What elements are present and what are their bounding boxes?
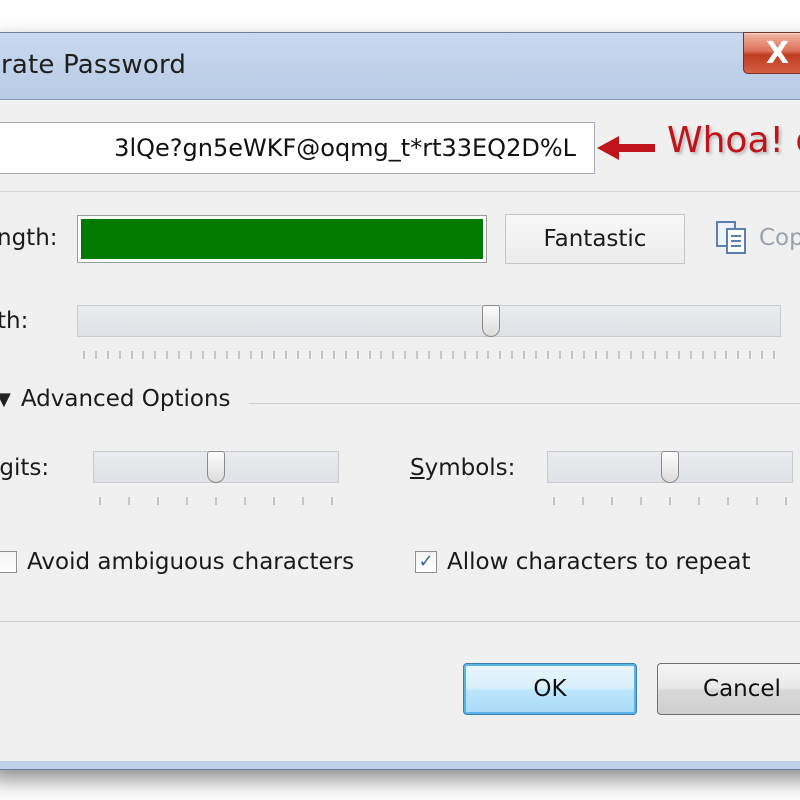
generated-password-field[interactable]: 3lQe?gn5eWKF@oqmg_t*rt33EQ2D%L <box>0 122 595 174</box>
symbols-slider-ticks <box>553 497 787 505</box>
checkbox-box[interactable]: ✓ <box>415 551 437 573</box>
close-icon: X <box>766 35 790 71</box>
copy-label: Cop <box>759 225 800 251</box>
cancel-button[interactable]: Cancel <box>657 663 800 715</box>
strength-rating: Fantastic <box>505 214 685 264</box>
symbols-label-accesskey: S <box>410 455 425 481</box>
avoid-ambiguous-label: Avoid ambiguous characters <box>27 549 355 575</box>
checkbox-box[interactable] <box>0 551 17 573</box>
allow-repeat-label: Allow characters to repeat <box>447 549 751 575</box>
strength-meter <box>77 215 487 263</box>
symbols-slider-thumb[interactable] <box>661 451 679 483</box>
close-button[interactable]: X <box>743 32 800 74</box>
strength-meter-fill <box>81 219 483 259</box>
avoid-ambiguous-checkbox[interactable]: Avoid ambiguous characters <box>0 549 354 575</box>
symbols-label: Symbols: <box>410 455 515 481</box>
divider <box>0 621 800 622</box>
allow-repeat-checkbox[interactable]: ✓ Allow characters to repeat <box>415 549 751 575</box>
length-slider-track[interactable] <box>77 305 781 337</box>
digits-label-text: igits: <box>0 455 50 481</box>
dialog-window: rate Password X 3lQe?gn5eWKF@oqmg_t*rt33… <box>0 32 800 770</box>
digits-label: igits: <box>0 455 49 481</box>
length-slider-ticks <box>83 351 775 359</box>
strength-label: ngth: <box>0 225 58 251</box>
copy-icon <box>716 221 746 254</box>
advanced-options-label: Advanced Options <box>20 386 231 412</box>
window-title: rate Password <box>1 50 187 80</box>
advanced-options-toggle[interactable]: ▼ Advanced Options <box>0 386 231 412</box>
arrow-left-icon <box>597 136 655 160</box>
copy-button[interactable]: Cop <box>715 220 800 256</box>
digits-slider-thumb[interactable] <box>207 451 225 483</box>
length-label: th: <box>0 308 29 334</box>
dialog-client-area: 3lQe?gn5eWKF@oqmg_t*rt33EQ2D%L Whoa! o n… <box>0 99 800 761</box>
group-divider <box>249 403 800 404</box>
divider <box>0 191 800 192</box>
annotation-text: Whoa! o <box>667 120 800 161</box>
ok-button[interactable]: OK <box>463 663 637 715</box>
length-slider-thumb[interactable] <box>481 305 500 337</box>
expand-triangle-icon: ▼ <box>0 388 11 410</box>
symbols-label-text: ymbols: <box>424 455 516 481</box>
digits-slider-ticks <box>99 497 333 505</box>
